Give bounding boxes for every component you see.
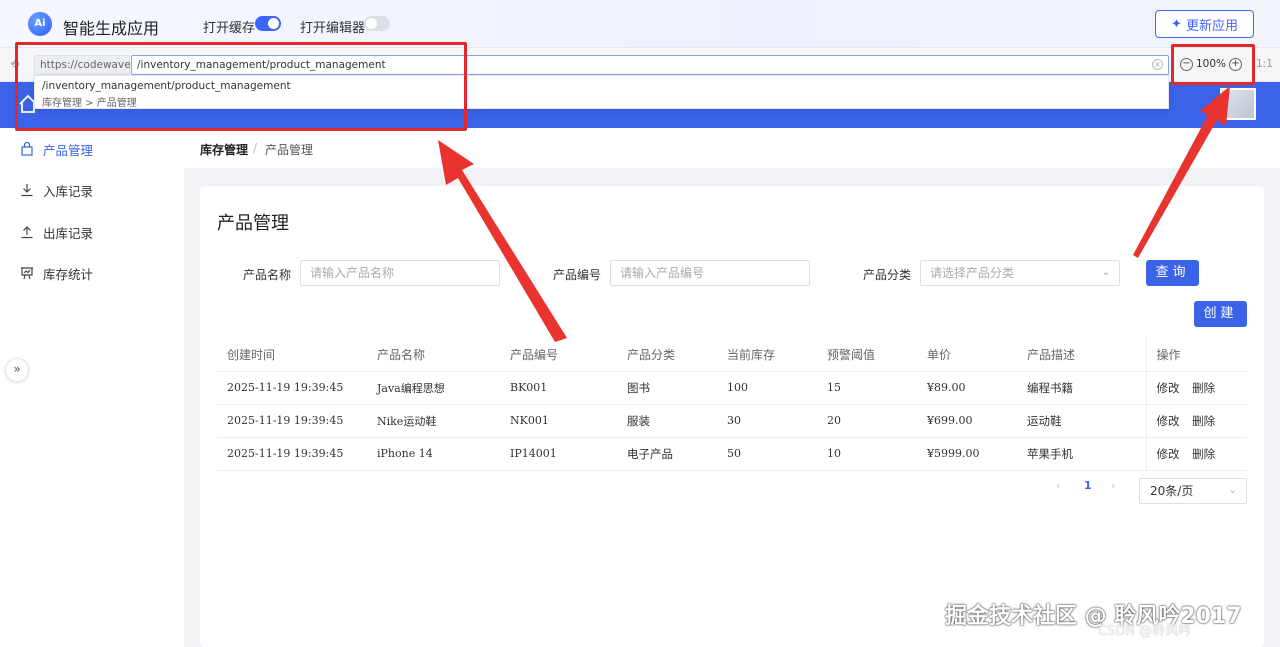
watermark-main: 掘金技术社区 @ 聆风吟2017 — [945, 604, 1242, 629]
watermark-sub: CSDN @聆风吟 — [1098, 624, 1192, 639]
annotation-box-zoom — [1171, 44, 1255, 85]
annotation-box-url — [15, 42, 467, 131]
arrow-to-url — [438, 140, 567, 342]
arrow-to-zoom — [1133, 86, 1230, 258]
